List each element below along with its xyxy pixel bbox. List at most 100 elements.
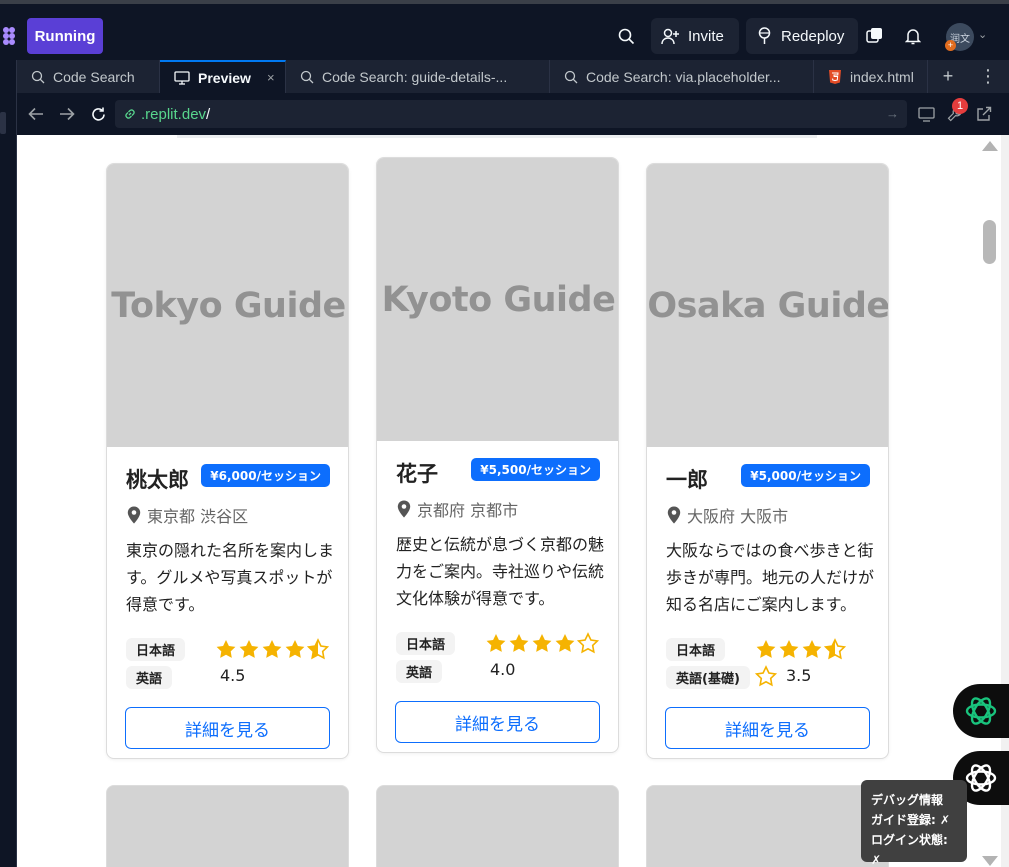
- new-tab-button[interactable]: +: [928, 60, 968, 93]
- devtools-count-badge: 1: [952, 98, 968, 114]
- url-domain: .replit.dev: [141, 105, 207, 123]
- star-half-icon: [824, 638, 846, 660]
- search-button[interactable]: [612, 18, 640, 54]
- deploy-icon: [758, 27, 771, 44]
- search-icon: [31, 70, 45, 83]
- reload-button[interactable]: [87, 103, 109, 125]
- guide-card: Tokyo Guide 桃太郎 ¥6,000/セッション 東京都 渋谷区 東京の…: [106, 163, 349, 759]
- reload-icon: [91, 107, 105, 121]
- monitor-icon: [174, 70, 190, 85]
- debug-info-panel: デバッグ情報 ガイド登録: ✗ ログイン状態: ✗: [861, 780, 967, 867]
- star-filled-icon: [756, 640, 776, 658]
- language-badge: 日本語: [666, 638, 726, 661]
- price-badge: ¥5,500/セッション: [471, 458, 600, 481]
- url-bar: .replit.dev / → 1: [17, 93, 1009, 135]
- invite-label: Invite: [688, 27, 724, 45]
- scrollbar-thumb[interactable]: [983, 220, 996, 264]
- chatgpt-extension-button[interactable]: [953, 684, 1009, 738]
- location-text: 京都府 京都市: [417, 501, 519, 520]
- language-badge: 日本語: [126, 638, 186, 661]
- arrow-right-icon: [60, 107, 75, 121]
- location-text: 大阪府 大阪市: [687, 507, 789, 526]
- avatar-badge: +: [945, 40, 956, 51]
- guide-description: 東京の隠れた名所を案内します。グルメや写真スポットが得意です。: [126, 541, 335, 614]
- forward-button[interactable]: [56, 103, 78, 125]
- tab-preview[interactable]: Preview ×: [160, 60, 286, 93]
- debug-login-status: ログイン状態: ✗: [871, 833, 948, 867]
- rating-stars: [485, 632, 605, 654]
- device-preview-button[interactable]: [915, 103, 937, 125]
- guide-image-placeholder: Tokyo Guide: [107, 164, 348, 447]
- tab-label: Preview: [198, 69, 251, 86]
- replit-logo-icon[interactable]: [0, 18, 24, 54]
- url-input[interactable]: .replit.dev / →: [115, 100, 907, 128]
- star-filled-icon: [555, 634, 575, 652]
- price-badge: ¥5,000/セッション: [741, 464, 870, 487]
- redeploy-label: Redeploy: [781, 27, 845, 45]
- debug-title: デバッグ情報: [871, 793, 944, 807]
- star-filled-icon: [285, 640, 305, 658]
- search-icon: [300, 70, 314, 83]
- search-icon: [564, 70, 578, 83]
- scroll-down-arrow-icon[interactable]: [982, 856, 998, 866]
- bell-icon: [905, 29, 921, 45]
- windows-button[interactable]: [861, 18, 887, 54]
- language-list: 日本語 英語: [396, 632, 456, 683]
- top-bar: Running Invite Redeploy 润文 + ⌄: [0, 0, 1009, 60]
- star-half-icon: [307, 638, 329, 660]
- language-badge: 英語: [396, 660, 443, 683]
- chevron-down-icon[interactable]: ⌄: [978, 28, 987, 41]
- star-filled-icon: [779, 640, 799, 658]
- guide-description: 歴史と伝統が息づく京都の魅力をご案内。寺社巡りや伝統文化体験が得意です。: [396, 535, 605, 608]
- star-empty-icon: [577, 632, 599, 654]
- star-empty-icon: [755, 665, 777, 687]
- guide-location: 大阪府 大阪市: [667, 503, 788, 527]
- running-button[interactable]: Running: [27, 18, 103, 54]
- star-filled-icon: [239, 640, 259, 658]
- scroll-up-arrow-icon[interactable]: [982, 141, 998, 151]
- tab-index-html[interactable]: index.html: [814, 60, 928, 93]
- add-user-icon: [661, 28, 679, 44]
- guide-card-partial: [646, 785, 889, 867]
- star-filled-icon: [532, 634, 552, 652]
- view-details-button[interactable]: 詳細を見る: [395, 701, 600, 743]
- html5-icon: [829, 69, 841, 84]
- tab-menu-button[interactable]: ⋮: [968, 60, 1008, 93]
- rating-stars: [215, 638, 335, 660]
- star-filled-icon: [802, 640, 822, 658]
- view-details-button[interactable]: 詳細を見る: [665, 707, 870, 749]
- open-new-window-button[interactable]: [973, 103, 995, 125]
- language-list: 日本語 英語(基礎): [666, 638, 750, 689]
- guide-card: Osaka Guide 一郎 ¥5,000/セッション 大阪府 大阪市 大阪なら…: [646, 163, 889, 759]
- star-filled-icon: [486, 634, 506, 652]
- guide-name: 花子: [396, 462, 438, 486]
- guide-location: 東京都 渋谷区: [127, 503, 248, 527]
- star-filled-icon: [509, 634, 529, 652]
- rating-value: 4.0: [490, 660, 516, 679]
- guide-image-placeholder: Kyoto Guide: [377, 158, 618, 441]
- tab-code-search-placeholder[interactable]: Code Search: via.placeholder...: [550, 60, 814, 93]
- back-button[interactable]: [25, 103, 47, 125]
- close-icon[interactable]: ×: [267, 70, 275, 85]
- language-list: 日本語 英語: [126, 638, 186, 689]
- view-details-button[interactable]: 詳細を見る: [125, 707, 330, 749]
- go-arrow-icon[interactable]: →: [886, 106, 899, 121]
- invite-button[interactable]: Invite: [651, 18, 739, 54]
- tab-label: Code Search: guide-details-...: [322, 68, 508, 85]
- redeploy-button[interactable]: Redeploy: [746, 18, 858, 54]
- tab-bar: Code Search Preview × Code Search: guide…: [17, 60, 1009, 93]
- tab-code-search[interactable]: Code Search: [17, 60, 160, 93]
- search-icon: [618, 28, 634, 44]
- tab-label: Code Search: [53, 68, 135, 85]
- copy-windows-icon: [866, 28, 882, 43]
- rating-stars: [755, 638, 875, 687]
- debug-guide-status: ガイド登録: ✗: [871, 813, 951, 827]
- guide-image-placeholder: Osaka Guide: [647, 164, 888, 447]
- map-pin-icon: [397, 500, 411, 518]
- price-badge: ¥6,000/セッション: [201, 464, 330, 487]
- notifications-button[interactable]: [900, 18, 926, 54]
- arrow-left-icon: [28, 107, 43, 121]
- tab-code-search-guide-details[interactable]: Code Search: guide-details-...: [286, 60, 550, 93]
- language-badge: 英語: [126, 666, 173, 689]
- rating-value: 3.5: [786, 666, 812, 685]
